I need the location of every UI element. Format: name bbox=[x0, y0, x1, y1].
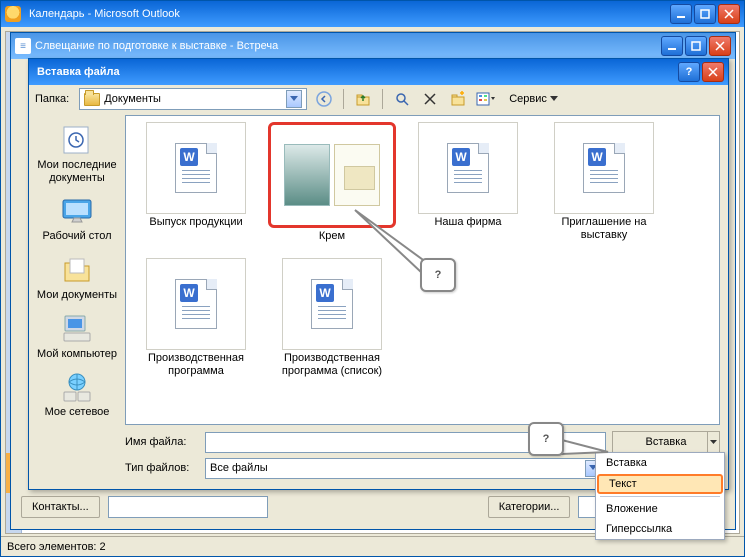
network-icon bbox=[60, 370, 94, 404]
mydocs-icon bbox=[60, 253, 94, 287]
folder-combo[interactable]: Документы bbox=[79, 88, 307, 110]
file-item[interactable]: Производственная программа bbox=[132, 258, 260, 388]
close-button[interactable] bbox=[718, 4, 740, 24]
back-icon[interactable] bbox=[313, 88, 335, 110]
place-label: Мои последние документы bbox=[35, 159, 119, 184]
meeting-minimize-button[interactable] bbox=[661, 36, 683, 56]
folder-icon bbox=[84, 93, 100, 106]
dialog-close-button[interactable] bbox=[702, 62, 724, 82]
place-label: Мои документы bbox=[35, 289, 119, 302]
filetype-combo[interactable]: Все файлы bbox=[205, 458, 606, 479]
place-mydocs[interactable]: Мои документы bbox=[33, 249, 121, 306]
meeting-close-button[interactable] bbox=[709, 36, 731, 56]
place-desktop[interactable]: Рабочий стол bbox=[33, 190, 121, 247]
dropdown-item[interactable]: Текст bbox=[597, 474, 723, 494]
outlook-app-icon bbox=[5, 6, 21, 22]
dialog-help-button[interactable]: ? bbox=[678, 62, 700, 82]
recent-docs-icon bbox=[60, 123, 94, 157]
callout-question-2: ? bbox=[528, 422, 564, 456]
views-icon[interactable] bbox=[475, 88, 497, 110]
places-bar: Мои последние документы Рабочий стол Мои… bbox=[29, 113, 125, 489]
search-icon[interactable] bbox=[391, 88, 413, 110]
callout-question-1: ? bbox=[420, 258, 456, 292]
folder-dropdown-arrow[interactable] bbox=[286, 90, 302, 108]
contacts-input[interactable] bbox=[108, 496, 268, 518]
categories-button[interactable]: Категории... bbox=[488, 496, 571, 518]
file-item[interactable]: Приглашение на выставку bbox=[540, 122, 668, 252]
filename-label: Имя файла: bbox=[125, 436, 199, 448]
place-mycomputer[interactable]: Мой компьютер bbox=[33, 308, 121, 365]
word-doc-icon bbox=[146, 258, 246, 350]
insert-dropdown-arrow[interactable] bbox=[707, 432, 719, 452]
filetype-label: Тип файлов: bbox=[125, 462, 199, 474]
meeting-icon bbox=[15, 38, 31, 54]
outlook-titlebar: Календарь - Microsoft Outlook bbox=[1, 1, 744, 27]
meeting-maximize-button[interactable] bbox=[685, 36, 707, 56]
insert-button[interactable]: Вставка bbox=[612, 431, 720, 453]
word-doc-icon bbox=[418, 122, 518, 214]
computer-icon bbox=[60, 312, 94, 346]
minimize-button[interactable] bbox=[670, 4, 692, 24]
dialog-title: Вставка файла bbox=[33, 66, 678, 78]
folder-value: Документы bbox=[104, 93, 161, 105]
desktop-icon bbox=[60, 194, 94, 228]
dropdown-item[interactable]: Гиперссылка bbox=[596, 519, 724, 539]
folder-label: Папка: bbox=[35, 93, 73, 105]
callout-tail-2 bbox=[558, 430, 618, 470]
file-label: Крем bbox=[319, 230, 345, 243]
file-label: Приглашение на выставку bbox=[540, 216, 668, 242]
up-folder-icon[interactable] bbox=[352, 88, 374, 110]
new-folder-icon[interactable] bbox=[447, 88, 469, 110]
place-label: Мое сетевое bbox=[35, 406, 119, 419]
word-doc-icon bbox=[554, 122, 654, 214]
outlook-title: Календарь - Microsoft Outlook bbox=[25, 8, 670, 20]
file-label: Производственная программа bbox=[132, 352, 260, 378]
dropdown-item[interactable]: Вложение bbox=[596, 499, 724, 519]
file-item[interactable]: Выпуск продукции bbox=[132, 122, 260, 252]
maximize-button[interactable] bbox=[694, 4, 716, 24]
meeting-title: Слвещание по подготовке к выставке - Вст… bbox=[35, 40, 661, 52]
place-network[interactable]: Мое сетевое bbox=[33, 366, 121, 423]
dialog-titlebar: Вставка файла ? bbox=[29, 59, 728, 85]
delete-icon[interactable] bbox=[419, 88, 441, 110]
meeting-titlebar: Слвещание по подготовке к выставке - Вст… bbox=[11, 33, 735, 59]
tools-menu[interactable]: Сервис bbox=[503, 88, 564, 110]
file-label: Выпуск продукции bbox=[149, 216, 242, 229]
contacts-button[interactable]: Контакты... bbox=[21, 496, 100, 518]
file-label: Производственная программа (список) bbox=[268, 352, 396, 378]
file-label: Наша фирма bbox=[434, 216, 501, 229]
status-text: Всего элементов: 2 bbox=[7, 541, 106, 553]
place-label: Мой компьютер bbox=[35, 348, 119, 361]
word-doc-icon bbox=[146, 122, 246, 214]
dialog-toolbar: Папка: Документы Сервис bbox=[29, 85, 728, 113]
place-label: Рабочий стол bbox=[35, 230, 119, 243]
place-recent[interactable]: Мои последние документы bbox=[33, 119, 121, 188]
